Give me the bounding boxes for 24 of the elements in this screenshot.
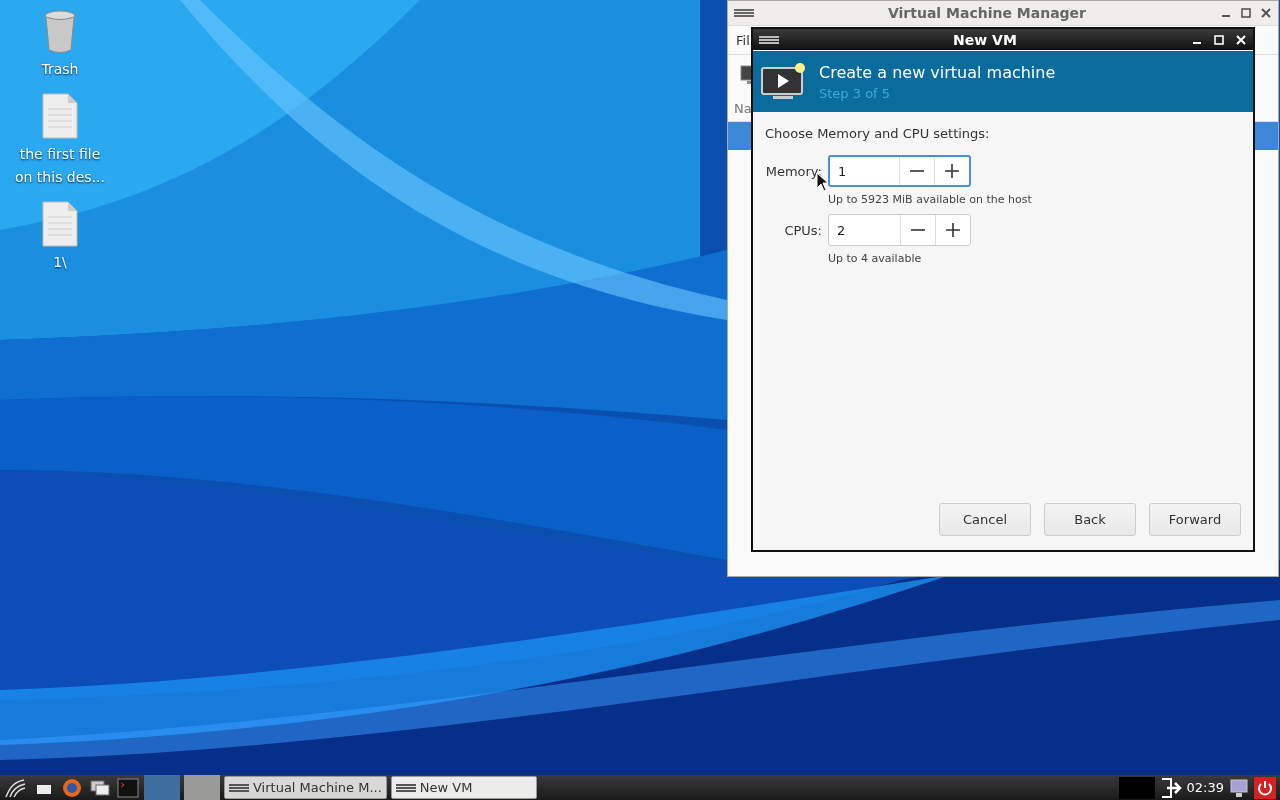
task-label: New VM bbox=[419, 780, 473, 795]
spin-button[interactable]: 1 bbox=[828, 155, 971, 187]
icon-label: the first file on this des... bbox=[15, 145, 105, 187]
taskbar-task[interactable]: New VM bbox=[390, 776, 537, 799]
icon-label: Trash bbox=[41, 60, 79, 79]
icon-label: 1\ bbox=[53, 253, 67, 272]
window-title: Virtual Machine Manager bbox=[886, 5, 1088, 21]
clock: 02:39 bbox=[1186, 780, 1224, 795]
field-label: CPUs: bbox=[783, 222, 822, 238]
spin-button[interactable]: 2 bbox=[828, 214, 971, 246]
field-label: Memory: bbox=[765, 163, 822, 179]
prompt-text: Choose Memory and CPU settings: bbox=[765, 126, 991, 141]
window-title: New VM bbox=[952, 31, 1018, 48]
number-field[interactable]: 2 bbox=[829, 215, 900, 245]
dialog-button[interactable]: Back bbox=[1044, 503, 1136, 536]
hint-text: Up to 5923 MiB available on the host bbox=[828, 193, 1032, 206]
dialog-button[interactable]: Cancel bbox=[939, 503, 1031, 536]
hint-text: Up to 4 available bbox=[828, 252, 923, 265]
task-label: Virtual Machine M... bbox=[253, 780, 382, 795]
header-title: Create a new virtual machine bbox=[819, 62, 1056, 82]
taskbar-task[interactable]: Virtual Machine M... bbox=[224, 776, 387, 799]
step-indicator: Step 3 of 5 bbox=[819, 85, 892, 101]
number-field[interactable]: 1 bbox=[830, 157, 899, 185]
dialog-button[interactable]: Forward bbox=[1149, 503, 1241, 536]
